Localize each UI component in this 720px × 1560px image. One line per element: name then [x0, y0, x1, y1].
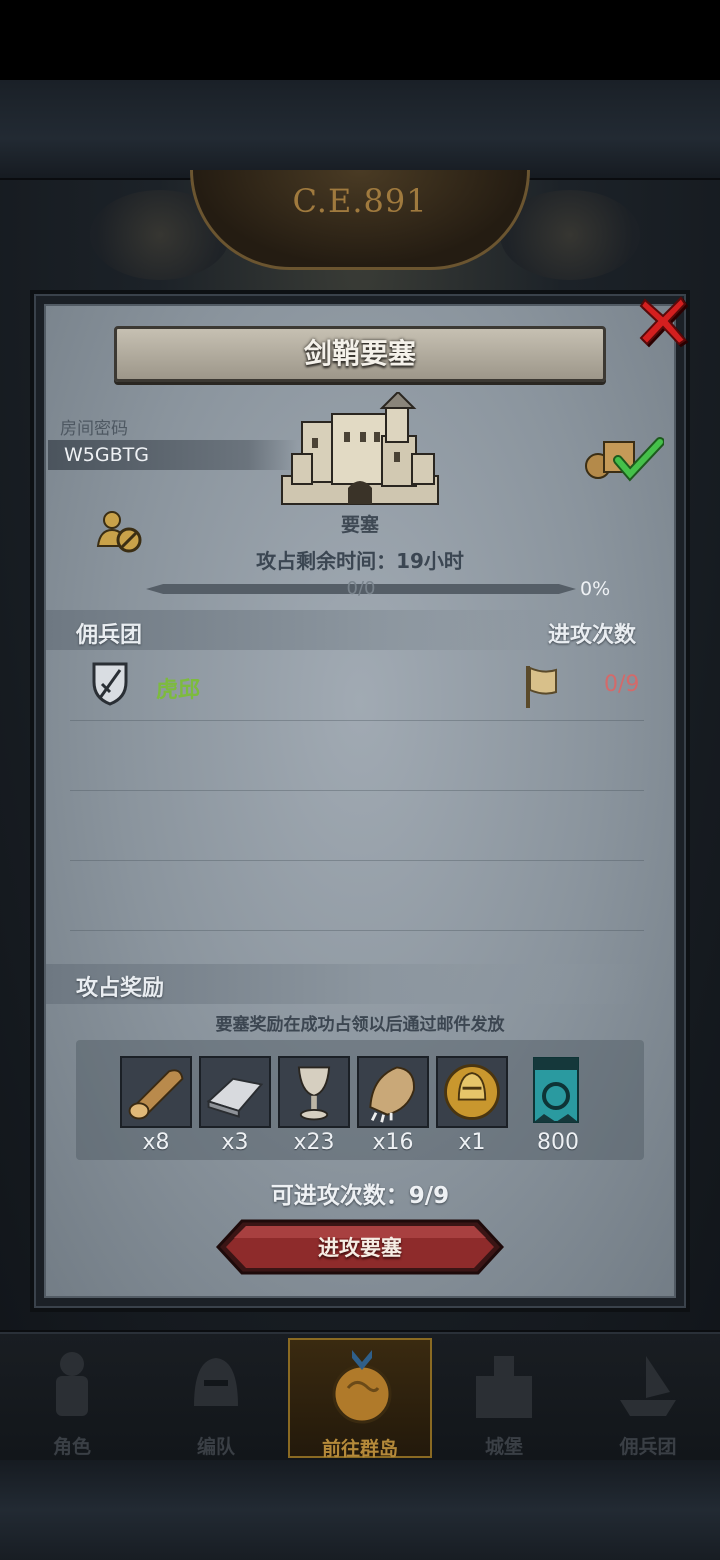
reward-item-wood[interactable] [120, 1056, 192, 1128]
reward-item-pelt[interactable] [357, 1056, 429, 1128]
attack-fortress-label: 进攻要塞 [318, 1236, 402, 1260]
attack-count: 0/9 [604, 672, 640, 697]
game-screen: C.E.891 剑鞘要塞 房间密码 W5GBTG 要塞 攻占剩余时间：19小时 … [0, 0, 720, 1560]
guild-name: 虎邱 [156, 678, 201, 703]
close-icon [639, 296, 687, 346]
progress-percent: 0% [580, 578, 611, 600]
nav-label: 城堡 [484, 1436, 523, 1458]
row-divider [70, 860, 644, 861]
capture-time-remaining: 攻占剩余时间：19小时 [256, 549, 464, 573]
dialog-title: 剑鞘要塞 [303, 337, 416, 370]
fortress-label: 要塞 [340, 514, 379, 536]
iron-ingot-icon [201, 1058, 269, 1126]
room-code-value[interactable]: W5GBTG [64, 444, 149, 466]
nav-tab-castle[interactable]: 城堡 [432, 1338, 576, 1458]
rewards-note: 要塞奖励在成功占领以后通过邮件发放 [215, 1015, 505, 1035]
guild-column-header: 佣兵团 [76, 623, 143, 648]
helmet-coin-icon [438, 1058, 506, 1126]
row-divider [70, 790, 644, 791]
ship-icon [620, 1356, 676, 1416]
attacks-remaining: 可进攻次数：9/9 [270, 1183, 450, 1209]
nav-label: 角色 [52, 1436, 91, 1458]
goblet-icon [280, 1058, 348, 1126]
row-divider [70, 930, 644, 931]
table-row[interactable] [60, 656, 660, 720]
nav-tab-character[interactable]: 角色 [0, 1338, 144, 1458]
reward-item-guild-banner[interactable] [532, 1056, 580, 1128]
era-dial: C.E.891 [190, 170, 530, 270]
reward-item-helmet-coin[interactable] [436, 1056, 508, 1128]
castle-icon [476, 1356, 532, 1418]
nav-label: 前往群岛 [321, 1438, 398, 1460]
reward-qty-wood: x8 [142, 1130, 170, 1155]
nav-label: 编队 [196, 1436, 235, 1458]
era-label: C.E.891 [292, 182, 428, 220]
guild-banner-icon [533, 1057, 579, 1123]
dialog-title-banner: 剑鞘要塞 [114, 326, 606, 382]
reward-item-iron[interactable] [199, 1056, 271, 1128]
attack-fortress-button[interactable]: 进攻要塞 [216, 1218, 504, 1276]
reward-item-goblet[interactable] [278, 1056, 350, 1128]
room-code-label: 房间密码 [60, 419, 128, 439]
top-frame [0, 80, 720, 180]
reward-qty-goblet: x23 [293, 1130, 335, 1155]
close-button[interactable] [636, 290, 690, 350]
knight-icon [56, 1352, 88, 1416]
fortress-icon [281, 392, 439, 505]
reward-qty-pelt: x16 [372, 1130, 414, 1155]
nav-label: 佣兵团 [619, 1436, 677, 1458]
reward-qty-helmet-coin: x1 [458, 1130, 486, 1155]
capture-progress-bar: 0/0 [146, 578, 576, 599]
nav-tab-mercenaries[interactable]: 佣兵团 [576, 1338, 720, 1458]
bottom-frame [0, 1460, 720, 1560]
row-divider [70, 720, 644, 721]
reward-qty-iron: x3 [221, 1130, 249, 1155]
supply-check-icon [585, 437, 664, 482]
nav-tab-islands[interactable]: 前往群岛 [288, 1338, 432, 1460]
attacks-column-header: 进攻次数 [548, 623, 637, 648]
helmet-icon [194, 1358, 238, 1406]
shield-sword-icon [92, 662, 128, 706]
reward-qty-guild-banner: 800 [537, 1130, 579, 1155]
pelt-icon [359, 1058, 427, 1126]
map-compass-icon [332, 1350, 392, 1424]
wood-log-icon [122, 1058, 190, 1126]
progress-count: 0/0 [346, 578, 376, 599]
rewards-title: 攻占奖励 [76, 976, 165, 1001]
status-bar [0, 0, 720, 80]
flag-icon [526, 666, 557, 708]
nav-tab-formation[interactable]: 编队 [144, 1338, 288, 1458]
